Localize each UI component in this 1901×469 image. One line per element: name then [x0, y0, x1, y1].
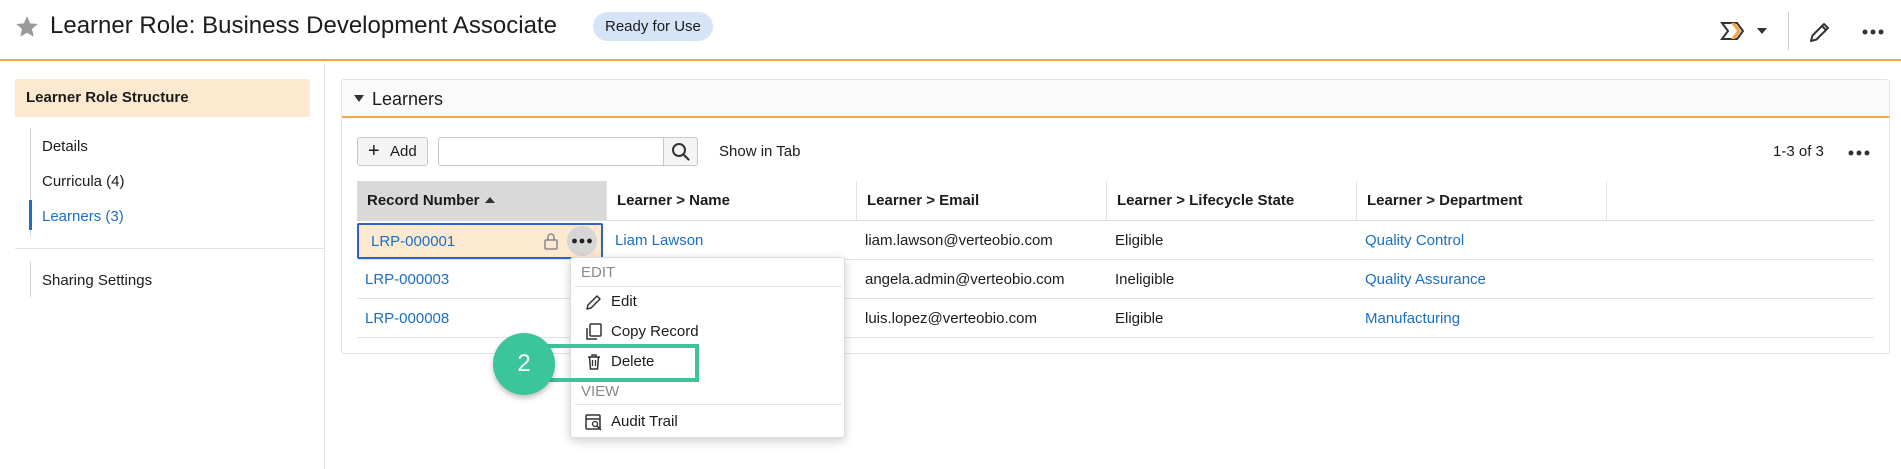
- department-link[interactable]: Quality Assurance: [1357, 260, 1486, 299]
- paging-count: 1-3 of 3: [1773, 143, 1824, 160]
- page-title: Learner Role: Business Development Assoc…: [50, 12, 557, 39]
- column-header-record-number[interactable]: Record Number: [357, 181, 607, 221]
- sidebar-item-details[interactable]: Details: [42, 138, 88, 155]
- active-indicator: [29, 200, 32, 230]
- copy-icon: [586, 323, 602, 340]
- menu-divider: [575, 404, 842, 405]
- search-input[interactable]: [438, 137, 664, 166]
- record-number-link[interactable]: LRP-000008: [357, 299, 449, 338]
- column-header-email[interactable]: Learner > Email: [857, 181, 1107, 221]
- nav-heading[interactable]: Learner Role Structure: [15, 79, 310, 117]
- column-header-department[interactable]: Learner > Department: [1357, 181, 1607, 221]
- header-divider: [1788, 12, 1789, 50]
- learner-name-link[interactable]: Liam Lawson: [607, 221, 703, 260]
- department-link[interactable]: Quality Control: [1357, 221, 1464, 260]
- more-icon[interactable]: [1848, 150, 1870, 156]
- lock-icon: [544, 233, 558, 250]
- record-number-link[interactable]: LRP-000003: [357, 260, 449, 299]
- step-marker: 2: [493, 333, 555, 395]
- lifecycle-state: Eligible: [1115, 232, 1164, 249]
- collapse-caret-icon[interactable]: [354, 95, 364, 102]
- column-label: Record Number: [367, 192, 480, 209]
- department-link[interactable]: Manufacturing: [1357, 299, 1460, 338]
- sidebar-item-curricula[interactable]: Curricula (4): [42, 173, 125, 190]
- sort-ascending-icon: [484, 197, 495, 203]
- menu-section-view: VIEW: [581, 383, 620, 400]
- row-actions-button[interactable]: [567, 226, 597, 256]
- pencil-icon: [586, 295, 601, 310]
- search-icon: [672, 143, 690, 161]
- sidebar-item-learners[interactable]: Learners (3): [42, 208, 124, 225]
- star-icon[interactable]: [14, 14, 40, 40]
- lifecycle-state: Eligible: [1115, 310, 1164, 327]
- menu-item-edit[interactable]: Edit: [611, 293, 637, 310]
- plus-icon: +: [368, 140, 380, 162]
- column-header-name[interactable]: Learner > Name: [607, 181, 857, 221]
- table-header: Record Number Learner > Name Learner > E…: [357, 181, 1874, 221]
- menu-section-edit: EDIT: [581, 264, 616, 281]
- nav-group-line: [30, 261, 31, 297]
- nav-divider: [15, 248, 325, 249]
- sidebar-item-sharing-settings[interactable]: Sharing Settings: [42, 272, 152, 289]
- lifecycle-state: Ineligible: [1115, 271, 1175, 288]
- more-icon: [572, 238, 592, 244]
- menu-item-copy-record[interactable]: Copy Record: [611, 323, 699, 340]
- show-in-tab-link[interactable]: Show in Tab: [719, 143, 800, 160]
- audit-trail-icon: [585, 414, 602, 431]
- status-badge: Ready for Use: [593, 12, 713, 41]
- learner-email: liam.lawson@verteobio.com: [865, 232, 1053, 249]
- menu-item-audit-trail[interactable]: Audit Trail: [611, 413, 678, 430]
- panel-title: Learners: [372, 89, 444, 109]
- left-nav: Learner Role Structure Details Curricula…: [0, 63, 325, 469]
- add-button[interactable]: + Add: [357, 137, 428, 166]
- learner-email: luis.lopez@verteobio.com: [865, 310, 1037, 327]
- column-header-lifecycle-state[interactable]: Learner > Lifecycle State: [1107, 181, 1357, 221]
- menu-divider: [575, 286, 842, 287]
- chevron-down-icon[interactable]: [1756, 27, 1768, 35]
- learner-email: angela.admin@verteobio.com: [865, 271, 1065, 288]
- add-button-label: Add: [390, 143, 417, 160]
- step-highlight-box: [545, 344, 699, 382]
- record-number-link[interactable]: LRP-000001: [363, 225, 455, 259]
- search-button[interactable]: [663, 137, 698, 166]
- pencil-icon[interactable]: [1808, 20, 1832, 44]
- panel-header[interactable]: Learners: [342, 80, 1889, 118]
- record-header: Learner Role: Business Development Assoc…: [0, 0, 1901, 61]
- workflow-icon[interactable]: [1720, 20, 1748, 42]
- more-icon[interactable]: [1862, 29, 1884, 35]
